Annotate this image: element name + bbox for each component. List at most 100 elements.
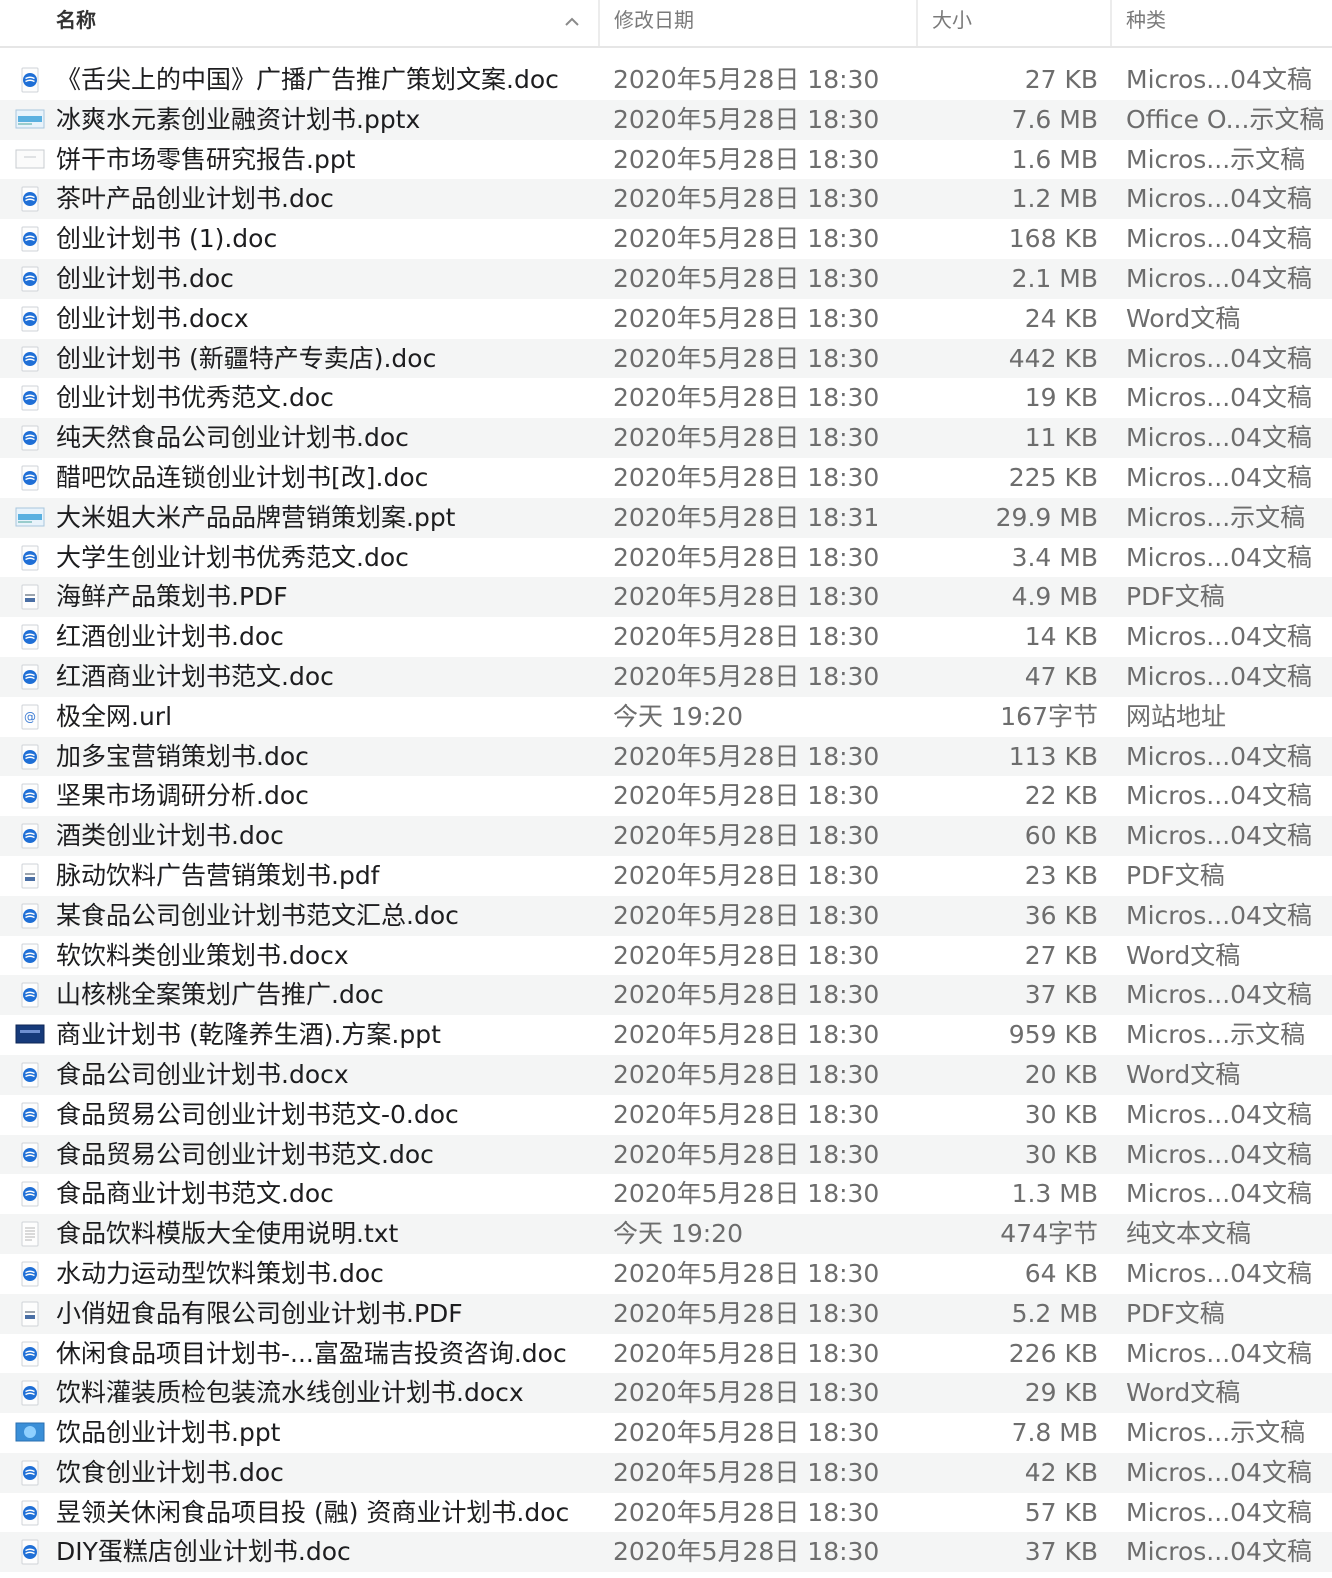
word-doc-icon [14, 339, 46, 379]
word-doc-icon [14, 378, 46, 418]
file-kind: Micros...04文稿 [1126, 657, 1332, 697]
file-name: 大学生创业计划书优秀范文.doc [56, 538, 596, 578]
file-row[interactable]: 创业计划书优秀范文.doc2020年5月28日 18:3019 KBMicros… [0, 378, 1332, 418]
file-row[interactable]: 食品商业计划书范文.doc2020年5月28日 18:301.3 MBMicro… [0, 1174, 1332, 1214]
word-doc-icon [14, 458, 46, 498]
file-name: 坚果市场调研分析.doc [56, 776, 596, 816]
file-size: 30 KB [916, 1095, 1098, 1135]
file-size: 959 KB [916, 1015, 1098, 1055]
file-row[interactable]: 食品饮料模版大全使用说明.txt今天 19:20474字节纯文本文稿 [0, 1214, 1332, 1254]
file-size: 24 KB [916, 299, 1098, 339]
file-size: 47 KB [916, 657, 1098, 697]
presentation-thumb-icon [14, 498, 46, 538]
file-name: 创业计划书.docx [56, 299, 596, 339]
file-kind: Word文稿 [1126, 936, 1332, 976]
file-kind: Micros...04文稿 [1126, 418, 1332, 458]
column-header-date[interactable]: 修改日期 [598, 0, 916, 46]
file-date-modified: 2020年5月28日 18:30 [613, 259, 913, 299]
word-doc-icon [14, 1373, 46, 1413]
file-row[interactable]: 茶叶产品创业计划书.doc2020年5月28日 18:301.2 MBMicro… [0, 179, 1332, 219]
file-row[interactable]: 大学生创业计划书优秀范文.doc2020年5月28日 18:303.4 MBMi… [0, 538, 1332, 578]
file-name: 极全网.url [56, 697, 596, 737]
file-size: 37 KB [916, 1532, 1098, 1572]
file-row[interactable]: 海鲜产品策划书.PDF2020年5月28日 18:304.9 MBPDF文稿 [0, 577, 1332, 617]
file-size: 22 KB [916, 776, 1098, 816]
file-size: 1.2 MB [916, 179, 1098, 219]
file-kind: Micros...04文稿 [1126, 617, 1332, 657]
file-row[interactable]: 红酒商业计划书范文.doc2020年5月28日 18:3047 KBMicros… [0, 657, 1332, 697]
file-name: 食品贸易公司创业计划书范文.doc [56, 1135, 596, 1175]
file-name: 某食品公司创业计划书范文汇总.doc [56, 896, 596, 936]
column-header-name[interactable]: 名称 [56, 0, 596, 46]
file-row[interactable]: 醋吧饮品连锁创业计划书[改].doc2020年5月28日 18:30225 KB… [0, 458, 1332, 498]
file-size: 1.6 MB [916, 140, 1098, 180]
file-size: 113 KB [916, 737, 1098, 777]
file-row[interactable]: 饼干市场零售研究报告.ppt2020年5月28日 18:301.6 MBMicr… [0, 140, 1332, 180]
file-row[interactable]: 食品贸易公司创业计划书范文.doc2020年5月28日 18:3030 KBMi… [0, 1135, 1332, 1175]
file-date-modified: 2020年5月28日 18:30 [613, 339, 913, 379]
file-row[interactable]: 昱领关休闲食品项目投 (融) 资商业计划书.doc2020年5月28日 18:3… [0, 1493, 1332, 1533]
word-doc-icon [14, 1055, 46, 1095]
file-row[interactable]: DIY蛋糕店创业计划书.doc2020年5月28日 18:3037 KBMicr… [0, 1532, 1332, 1572]
file-row[interactable]: 创业计划书 (1).doc2020年5月28日 18:30168 KBMicro… [0, 219, 1332, 259]
file-row[interactable]: 红酒创业计划书.doc2020年5月28日 18:3014 KBMicros..… [0, 617, 1332, 657]
file-date-modified: 2020年5月28日 18:30 [613, 1174, 913, 1214]
file-size: 7.8 MB [916, 1413, 1098, 1453]
file-row[interactable]: 水动力运动型饮料策划书.doc2020年5月28日 18:3064 KBMicr… [0, 1254, 1332, 1294]
file-date-modified: 2020年5月28日 18:30 [613, 1254, 913, 1294]
sort-ascending-icon[interactable] [562, 12, 582, 32]
file-kind: Micros...04文稿 [1126, 259, 1332, 299]
file-row[interactable]: 食品公司创业计划书.docx2020年5月28日 18:3020 KBWord文… [0, 1055, 1332, 1095]
file-date-modified: 2020年5月28日 18:30 [613, 219, 913, 259]
file-row[interactable]: 饮料灌装质检包装流水线创业计划书.docx2020年5月28日 18:3029 … [0, 1373, 1332, 1413]
presentation-dark-icon [14, 1015, 46, 1055]
file-row[interactable]: 脉动饮料广告营销策划书.pdf2020年5月28日 18:3023 KBPDF文… [0, 856, 1332, 896]
word-doc-icon [14, 418, 46, 458]
file-kind: Micros...04文稿 [1126, 1254, 1332, 1294]
file-name: 《舌尖上的中国》广播广告推广策划文案.doc [56, 60, 596, 100]
file-row[interactable]: 创业计划书 (新疆特产专卖店).doc2020年5月28日 18:30442 K… [0, 339, 1332, 379]
file-kind: PDF文稿 [1126, 577, 1332, 617]
file-name: 冰爽水元素创业融资计划书.pptx [56, 100, 596, 140]
file-row[interactable]: 小俏妞食品有限公司创业计划书.PDF2020年5月28日 18:305.2 MB… [0, 1294, 1332, 1334]
word-doc-icon [14, 60, 46, 100]
file-name: 海鲜产品策划书.PDF [56, 577, 596, 617]
file-row[interactable]: 酒类创业计划书.doc2020年5月28日 18:3060 KBMicros..… [0, 816, 1332, 856]
file-row[interactable]: 《舌尖上的中国》广播广告推广策划文案.doc2020年5月28日 18:3027… [0, 60, 1332, 100]
file-date-modified: 今天 19:20 [613, 697, 913, 737]
file-row[interactable]: 加多宝营销策划书.doc2020年5月28日 18:30113 KBMicros… [0, 737, 1332, 777]
file-row[interactable]: 山核桃全案策划广告推广.doc2020年5月28日 18:3037 KBMicr… [0, 975, 1332, 1015]
word-doc-icon [14, 1174, 46, 1214]
file-row[interactable]: 饮食创业计划书.doc2020年5月28日 18:3042 KBMicros..… [0, 1453, 1332, 1493]
file-date-modified: 2020年5月28日 18:30 [613, 140, 913, 180]
file-row[interactable]: 大米姐大米产品品牌营销策划案.ppt2020年5月28日 18:3129.9 M… [0, 498, 1332, 538]
file-row[interactable]: 坚果市场调研分析.doc2020年5月28日 18:3022 KBMicros.… [0, 776, 1332, 816]
file-row[interactable]: 创业计划书.docx2020年5月28日 18:3024 KBWord文稿 [0, 299, 1332, 339]
file-date-modified: 2020年5月28日 18:30 [613, 100, 913, 140]
file-size: 37 KB [916, 975, 1098, 1015]
word-doc-icon [14, 1254, 46, 1294]
file-kind: Micros...04文稿 [1126, 378, 1332, 418]
file-row[interactable]: 创业计划书.doc2020年5月28日 18:302.1 MBMicros...… [0, 259, 1332, 299]
file-size: 225 KB [916, 458, 1098, 498]
presentation-blue-icon [14, 1413, 46, 1453]
file-kind: Micros...示文稿 [1126, 1015, 1332, 1055]
column-header-kind[interactable]: 种类 [1110, 0, 1332, 46]
file-kind: Micros...04文稿 [1126, 975, 1332, 1015]
file-row[interactable]: 某食品公司创业计划书范文汇总.doc2020年5月28日 18:3036 KBM… [0, 896, 1332, 936]
file-row[interactable]: 休闲食品项目计划书-...富盈瑞吉投资咨询.doc2020年5月28日 18:3… [0, 1334, 1332, 1374]
file-row[interactable]: 冰爽水元素创业融资计划书.pptx2020年5月28日 18:307.6 MBO… [0, 100, 1332, 140]
file-size: 57 KB [916, 1493, 1098, 1533]
file-kind: Micros...04文稿 [1126, 179, 1332, 219]
file-row[interactable]: 软饮料类创业策划书.docx2020年5月28日 18:3027 KBWord文… [0, 936, 1332, 976]
file-name: 食品公司创业计划书.docx [56, 1055, 596, 1095]
file-date-modified: 2020年5月28日 18:30 [613, 896, 913, 936]
word-doc-icon [14, 1453, 46, 1493]
file-row[interactable]: @极全网.url今天 19:20167字节网站地址 [0, 697, 1332, 737]
file-row[interactable]: 商业计划书 (乾隆养生酒).方案.ppt2020年5月28日 18:30959 … [0, 1015, 1332, 1055]
file-row[interactable]: 食品贸易公司创业计划书范文-0.doc2020年5月28日 18:3030 KB… [0, 1095, 1332, 1135]
file-date-modified: 2020年5月28日 18:30 [613, 657, 913, 697]
file-row[interactable]: 纯天然食品公司创业计划书.doc2020年5月28日 18:3011 KBMic… [0, 418, 1332, 458]
column-header-size[interactable]: 大小 [916, 0, 1110, 46]
file-row[interactable]: 饮品创业计划书.ppt2020年5月28日 18:307.8 MBMicros.… [0, 1413, 1332, 1453]
